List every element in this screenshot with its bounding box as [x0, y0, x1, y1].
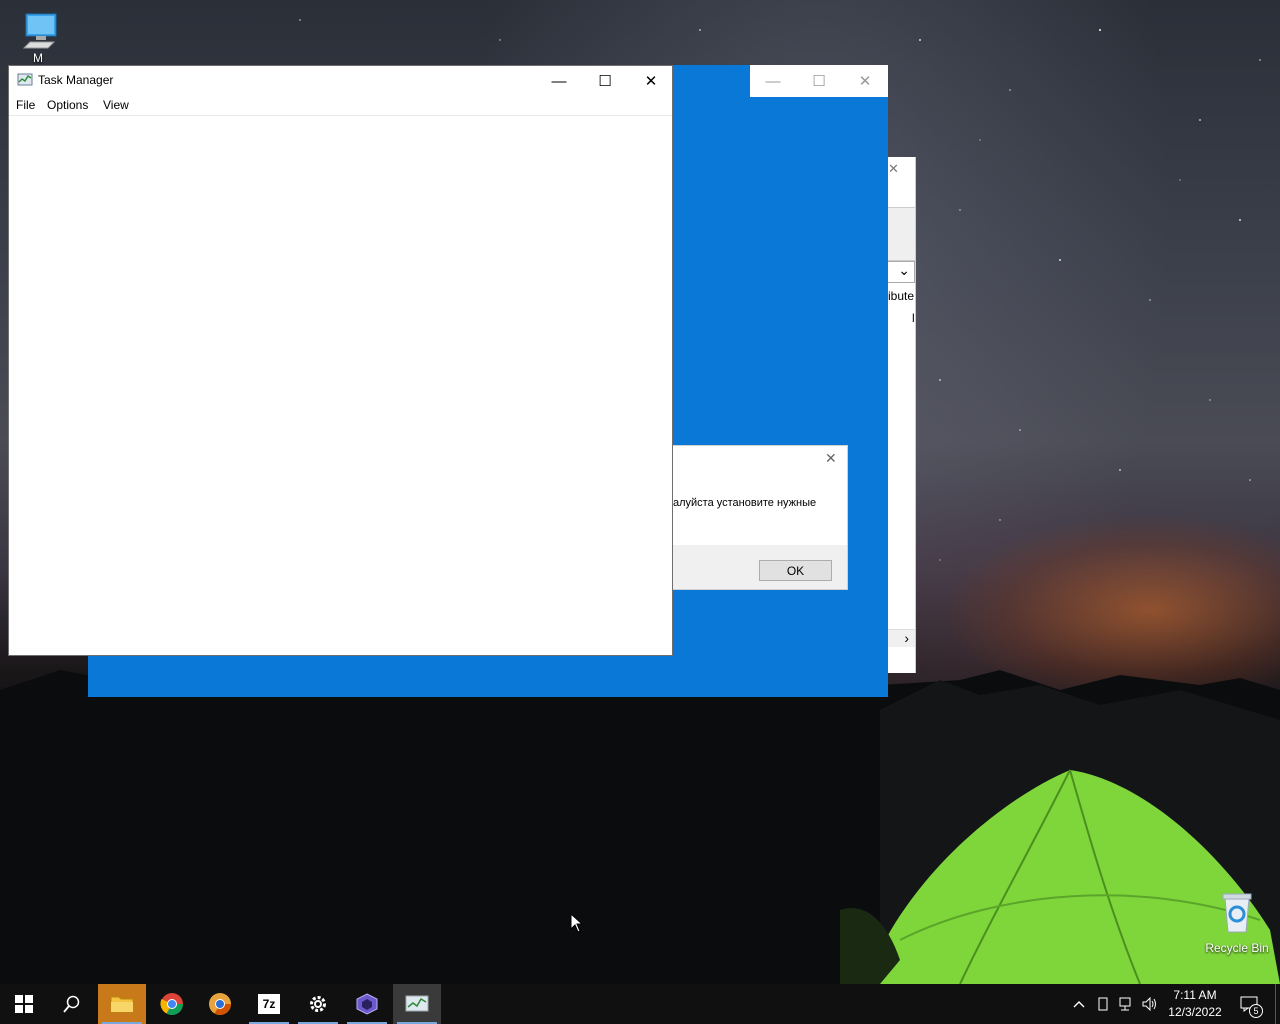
background-window-titlebar[interactable]: — ☐ ✕	[750, 65, 888, 97]
maximize-button[interactable]: ☐	[796, 65, 842, 97]
column-text-fragment: l	[912, 311, 915, 325]
message-box[interactable]: ✕ алуйста установите нужные OK	[673, 445, 848, 590]
desktop-icon-label: Recycle Bin	[1205, 941, 1269, 955]
taskbar-7zip[interactable]: 7z	[245, 984, 293, 1024]
partial-window[interactable]: ✕ ⌄ ibute l ›	[888, 157, 916, 673]
chevron-down-icon: ⌄	[898, 262, 910, 278]
tray-device-icon[interactable]	[1094, 984, 1112, 1024]
7zip-icon-label: 7z	[262, 997, 276, 1011]
action-center-button[interactable]: 5	[1234, 984, 1264, 1024]
7zip-icon: 7z	[258, 994, 280, 1014]
window-title: Task Manager	[38, 73, 114, 87]
menu-options[interactable]: Options	[47, 98, 88, 112]
ok-button[interactable]: OK	[759, 560, 832, 581]
chrome-icon	[160, 993, 183, 1015]
toolbar-area	[888, 207, 915, 261]
close-button[interactable]: ✕	[628, 66, 674, 96]
desktop-icon-this-pc[interactable]: M	[0, 8, 76, 65]
task-manager-content	[9, 117, 672, 655]
this-pc-icon	[22, 13, 57, 49]
chromium-icon	[209, 993, 231, 1015]
search-icon	[63, 995, 80, 1013]
mouse-cursor-icon	[570, 913, 584, 933]
search-button[interactable]	[48, 984, 96, 1024]
taskbar-cube-app[interactable]	[343, 984, 391, 1024]
cube-icon	[356, 993, 378, 1015]
task-manager-icon	[17, 73, 33, 86]
minimize-button[interactable]: —	[750, 65, 796, 97]
message-text: алуйста установите нужные	[673, 497, 817, 509]
task-manager-icon	[405, 995, 429, 1012]
gear-icon	[310, 996, 326, 1012]
task-manager-titlebar[interactable]: Task Manager — ☐ ✕	[9, 66, 672, 96]
taskbar-settings[interactable]	[294, 984, 342, 1024]
maximize-button[interactable]: ☐	[582, 66, 628, 96]
chevron-up-icon	[1073, 1001, 1085, 1008]
menu-view[interactable]: View	[103, 98, 129, 112]
taskbar: 7z 7:11 AM 12/3/2022 5	[0, 984, 1280, 1024]
close-icon[interactable]: ✕	[825, 450, 837, 467]
windows-icon	[15, 995, 33, 1013]
device-icon	[1098, 997, 1108, 1011]
dropdown[interactable]: ⌄	[888, 261, 915, 283]
show-desktop-button[interactable]	[1275, 984, 1276, 1024]
minimize-button[interactable]: —	[536, 66, 582, 96]
taskbar-file-explorer[interactable]	[98, 984, 146, 1024]
start-button[interactable]	[0, 984, 48, 1024]
desktop-icon-recycle-bin[interactable]: Recycle Bin	[1199, 888, 1275, 955]
menu-file[interactable]: File	[16, 98, 35, 112]
close-button[interactable]: ✕	[842, 65, 888, 97]
clock-date: 12/3/2022	[1168, 1005, 1222, 1019]
task-manager-window[interactable]: Task Manager — ☐ ✕ File Options View	[8, 65, 673, 656]
clock-time: 7:11 AM	[1173, 988, 1217, 1002]
horizontal-scrollbar[interactable]: ›	[888, 629, 915, 647]
desktop-icon-label: M	[33, 51, 43, 65]
taskbar-clock[interactable]: 7:11 AM 12/3/2022	[1160, 987, 1230, 1021]
tray-volume-icon[interactable]	[1140, 984, 1160, 1024]
menu-bar: File Options View	[9, 96, 672, 116]
notification-count-badge: 5	[1249, 1004, 1263, 1018]
tray-network-icon[interactable]	[1116, 984, 1138, 1024]
chevron-right-icon[interactable]: ›	[904, 630, 909, 646]
close-icon[interactable]: ✕	[888, 161, 899, 177]
show-hidden-icons-button[interactable]	[1068, 984, 1090, 1024]
network-icon	[1119, 997, 1131, 1011]
recycle-bin-icon	[1222, 893, 1252, 933]
taskbar-chrome[interactable]	[148, 984, 196, 1024]
volume-icon	[1142, 997, 1156, 1011]
column-text-fragment: ibute	[888, 289, 915, 303]
folder-icon	[110, 996, 134, 1013]
taskbar-chromium[interactable]	[196, 984, 244, 1024]
taskbar-task-manager[interactable]	[393, 984, 441, 1024]
